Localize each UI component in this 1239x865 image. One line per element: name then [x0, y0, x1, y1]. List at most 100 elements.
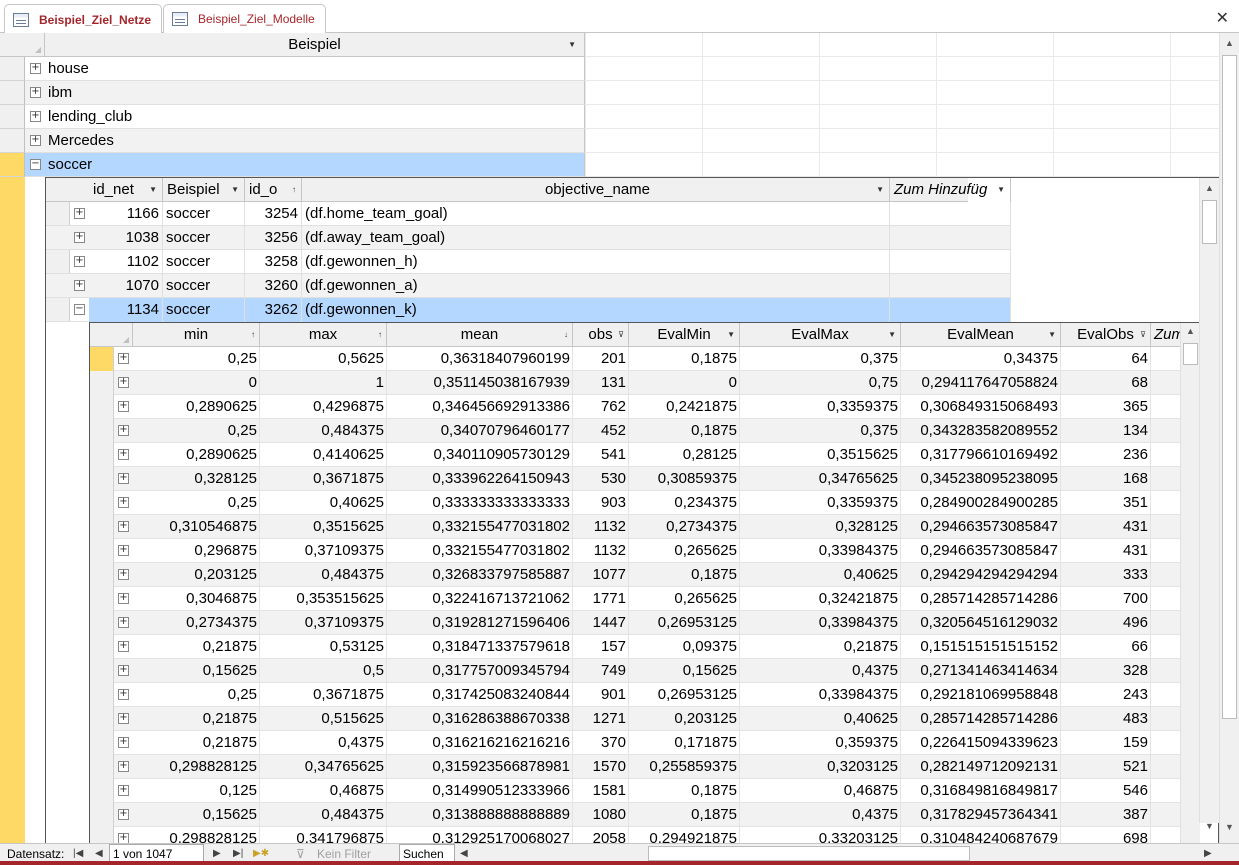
table-row[interactable]: +0,21875 0,4375 0,316216216216216 370 0,1718… [90, 731, 1181, 755]
scroll-thumb[interactable] [1183, 343, 1198, 365]
cell-id-net[interactable]: 1102 [89, 250, 163, 274]
cell-zum[interactable] [1151, 731, 1181, 755]
cell-id-net[interactable]: 1038 [89, 226, 163, 250]
cell-zum[interactable] [1151, 467, 1181, 491]
cell-objective-name[interactable]: (df.gewonnen_a) [302, 274, 890, 298]
cell-mean[interactable]: 0,315923566878981 [387, 755, 573, 779]
cell-obs[interactable]: 1077 [573, 563, 629, 587]
cell-zum-hinzufuegen[interactable] [890, 202, 1011, 226]
cell-evalmean[interactable]: 0,151515151515152 [901, 635, 1061, 659]
cell-evalobs[interactable]: 68 [1061, 371, 1151, 395]
cell-min[interactable]: 0,2734375 [133, 611, 260, 635]
cell-evalobs[interactable]: 328 [1061, 659, 1151, 683]
cell-evalobs[interactable]: 546 [1061, 779, 1151, 803]
cell-zum[interactable] [1151, 659, 1181, 683]
cell-zum[interactable] [1151, 755, 1181, 779]
column-header[interactable]: Zum Hinzufüg ▼ [890, 178, 1011, 202]
cell-evalobs[interactable]: 168 [1061, 467, 1151, 491]
cell-max[interactable]: 0,4140625 [260, 443, 387, 467]
expand-icon[interactable]: + [118, 497, 129, 508]
cell-evalmin[interactable]: 0,1875 [629, 803, 740, 827]
new-record-icon[interactable]: ▶✱ [253, 846, 269, 862]
cell-id-o[interactable]: 3254 [245, 202, 302, 226]
cell-mean[interactable]: 0,319281271596406 [387, 611, 573, 635]
scroll-thumb[interactable] [1222, 55, 1237, 719]
sort-icon[interactable]: ↑ [378, 323, 382, 346]
table-row[interactable]: +0,328125 0,3671875 0,333962264150943 530 0,… [90, 467, 1181, 491]
sort-dropdown-icon[interactable]: ▼ [1048, 323, 1056, 346]
cell-mean[interactable]: 0,317757009345794 [387, 659, 573, 683]
tab-beispiel-ziel-netze[interactable]: Beispiel_Ziel_Netze [4, 4, 163, 34]
record-selector[interactable] [90, 419, 114, 443]
column-header[interactable]: min ↑ [133, 323, 260, 347]
column-header[interactable]: EvalMax ▼ [740, 323, 901, 347]
cell-zum[interactable] [1151, 635, 1181, 659]
table-row[interactable]: + Mercedes [25, 129, 585, 153]
cell-beispiel[interactable]: soccer [163, 202, 245, 226]
record-selector[interactable] [90, 395, 114, 419]
cell-zum[interactable] [1151, 587, 1181, 611]
cell-obs[interactable]: 541 [573, 443, 629, 467]
sort-dropdown-icon[interactable]: ▼ [231, 178, 239, 201]
cell-evalmax[interactable]: 0,21875 [740, 635, 901, 659]
table-row[interactable]: +0,125 0,46875 0,314990512333966 1581 0,1875… [90, 779, 1181, 803]
cell-evalmean[interactable]: 0,294663573085847 [901, 515, 1061, 539]
column-header[interactable]: EvalMean ▼ [901, 323, 1061, 347]
expand-icon[interactable]: + [118, 353, 129, 364]
cell-min[interactable]: 0,25 [133, 347, 260, 371]
cell-mean[interactable]: 0,351145038167939 [387, 371, 573, 395]
cell-objective-name[interactable]: (df.gewonnen_h) [302, 250, 890, 274]
column-header[interactable]: max ↑ [260, 323, 387, 347]
record-selector[interactable] [90, 635, 114, 659]
cell-zum-hinzufuegen[interactable] [890, 226, 1011, 250]
cell-evalmean[interactable]: 0,320564516129032 [901, 611, 1061, 635]
cell-evalmin[interactable]: 0,171875 [629, 731, 740, 755]
column-header[interactable]: Beispiel ▼ [163, 178, 245, 202]
cell-obs[interactable]: 1447 [573, 611, 629, 635]
cell-evalmin[interactable]: 0,2734375 [629, 515, 740, 539]
cell-max[interactable]: 0,4375 [260, 731, 387, 755]
cell-zum[interactable] [1151, 539, 1181, 563]
scroll-down-icon[interactable]: ▼ [1200, 818, 1219, 834]
cell-evalmin[interactable]: 0 [629, 371, 740, 395]
cell-mean[interactable]: 0,333333333333333 [387, 491, 573, 515]
cell-evalmax[interactable]: 0,4375 [740, 659, 901, 683]
cell-obs[interactable]: 903 [573, 491, 629, 515]
next-record-icon[interactable]: ▶ [213, 846, 221, 862]
cell-obs[interactable]: 749 [573, 659, 629, 683]
cell-zum[interactable] [1151, 563, 1181, 587]
cell-max[interactable]: 0,484375 [260, 803, 387, 827]
expand-icon[interactable]: + [118, 665, 129, 676]
cell-evalmin[interactable]: 0,15625 [629, 659, 740, 683]
cell-id-o[interactable]: 3258 [245, 250, 302, 274]
cell-max[interactable]: 0,53125 [260, 635, 387, 659]
table-row[interactable]: +0,25 0,5625 0,36318407960199 201 0,1875 0,37… [90, 347, 1181, 371]
cell-evalmean[interactable]: 0,282149712092131 [901, 755, 1061, 779]
cell-id-o[interactable]: 3260 [245, 274, 302, 298]
cell-evalmin[interactable]: 0,26953125 [629, 683, 740, 707]
cell-evalmax[interactable]: 0,359375 [740, 731, 901, 755]
cell-max[interactable]: 0,40625 [260, 491, 387, 515]
collapse-icon[interactable]: − [74, 304, 85, 315]
cell-evalmin[interactable]: 0,09375 [629, 635, 740, 659]
record-selector[interactable] [90, 587, 114, 611]
cell-evalmax[interactable]: 0,4375 [740, 803, 901, 827]
expand-icon[interactable]: + [118, 713, 129, 724]
expand-icon[interactable]: + [118, 521, 129, 532]
cell-evalobs[interactable]: 351 [1061, 491, 1151, 515]
cell-min[interactable]: 0,21875 [133, 731, 260, 755]
cell-max[interactable]: 0,34765625 [260, 755, 387, 779]
expand-icon[interactable]: + [74, 256, 85, 267]
cell-evalobs[interactable]: 333 [1061, 563, 1151, 587]
cell-min[interactable]: 0,298828125 [133, 755, 260, 779]
record-selector[interactable] [90, 467, 114, 491]
record-selector[interactable] [90, 491, 114, 515]
cell-max[interactable]: 0,484375 [260, 419, 387, 443]
cell-mean[interactable]: 0,36318407960199 [387, 347, 573, 371]
table-row[interactable]: +0,2890625 0,4296875 0,346456692913386 762 0… [90, 395, 1181, 419]
cell-zum-hinzufuegen[interactable] [890, 298, 1011, 322]
filter-icon[interactable]: ⊽ [1140, 323, 1146, 346]
filter-status[interactable]: Kein Filter [317, 847, 371, 861]
cell-evalmean[interactable]: 0,317796610169492 [901, 443, 1061, 467]
record-selector[interactable] [0, 129, 25, 153]
